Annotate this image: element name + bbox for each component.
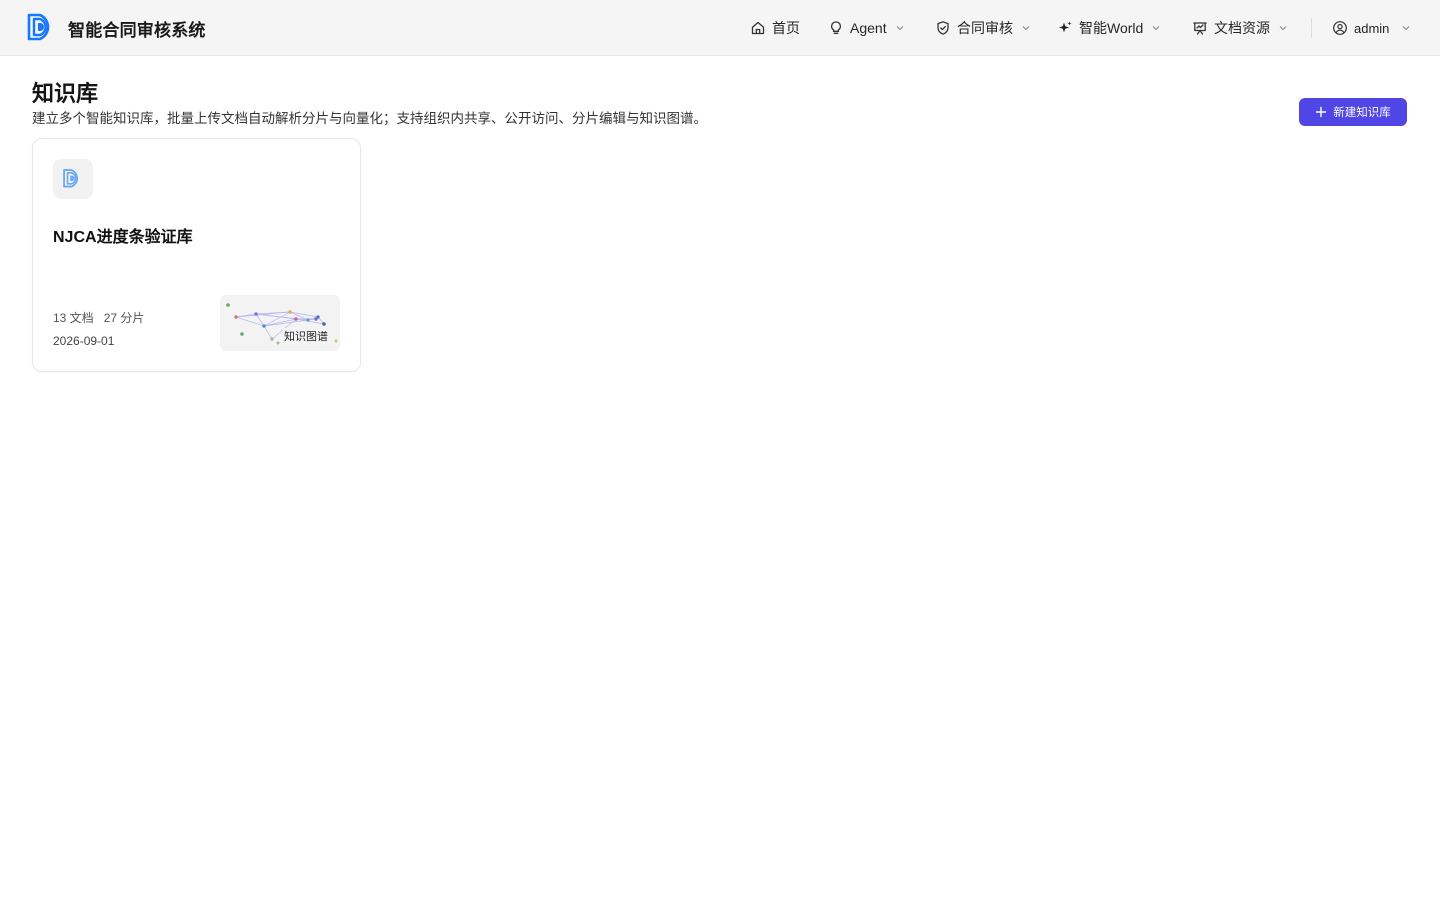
user-name: admin bbox=[1354, 20, 1390, 36]
nav-contract-review-label: 合同审核 bbox=[957, 20, 1013, 36]
nav-divider bbox=[1311, 18, 1312, 38]
nav-agent[interactable]: Agent bbox=[828, 17, 905, 39]
sparkle-icon bbox=[1057, 20, 1073, 36]
knowledge-base-date: 2026-09-01 bbox=[53, 334, 115, 348]
chevron-down-icon bbox=[1401, 23, 1411, 33]
page-title: 知识库 bbox=[32, 81, 99, 106]
knowledge-base-icon bbox=[53, 159, 93, 199]
plus-icon bbox=[1315, 106, 1327, 118]
chunk-count: 27 分片 bbox=[103, 311, 145, 325]
knowledge-graph-thumbnail[interactable]: 知识图谱 bbox=[220, 295, 340, 351]
nav-smart-world[interactable]: 智能World bbox=[1057, 17, 1161, 39]
nav-smart-world-label: 智能World bbox=[1079, 20, 1144, 36]
nav-doc-resources-label: 文档资源 bbox=[1214, 20, 1270, 36]
knowledge-base-name: NJCA进度条验证库 bbox=[53, 229, 193, 246]
nav-doc-resources[interactable]: 文档资源 bbox=[1192, 17, 1288, 39]
chevron-down-icon bbox=[1278, 23, 1288, 33]
chevron-down-icon bbox=[1021, 23, 1031, 33]
knowledge-base-stats: 13 文档 27 分片 bbox=[53, 309, 144, 326]
app-logo-icon bbox=[26, 12, 58, 44]
app-title: 智能合同审核系统 bbox=[68, 20, 206, 40]
lightbulb-icon bbox=[828, 20, 844, 36]
chevron-down-icon bbox=[895, 23, 905, 33]
user-circle-icon bbox=[1332, 20, 1348, 36]
knowledge-graph-label: 知识图谱 bbox=[283, 328, 329, 344]
presentation-icon bbox=[1192, 20, 1208, 36]
home-icon bbox=[750, 20, 766, 36]
new-knowledge-base-button[interactable]: 新建知识库 bbox=[1299, 98, 1407, 126]
document-count: 13 文档 bbox=[53, 311, 94, 325]
nav-agent-label: Agent bbox=[850, 20, 887, 36]
shield-check-icon bbox=[935, 20, 951, 36]
page-description: 建立多个智能知识库，批量上传文档自动解析分片与向量化；支持组织内共享、公开访问、… bbox=[32, 111, 707, 126]
chevron-down-icon bbox=[1151, 23, 1161, 33]
nav-home[interactable]: 首页 bbox=[750, 17, 800, 39]
top-navigation-bar: 智能合同审核系统 首页 Agent 合同审核 智能World 文档资源 admi… bbox=[0, 0, 1440, 56]
brand[interactable]: 智能合同审核系统 bbox=[26, 12, 206, 44]
nav-contract-review[interactable]: 合同审核 bbox=[935, 17, 1031, 39]
knowledge-base-card[interactable]: NJCA进度条验证库 13 文档 27 分片 2026-09-01 知识图谱 bbox=[32, 138, 361, 372]
user-menu[interactable]: admin bbox=[1332, 17, 1411, 39]
new-knowledge-base-label: 新建知识库 bbox=[1333, 107, 1391, 119]
nav-home-label: 首页 bbox=[772, 20, 800, 36]
